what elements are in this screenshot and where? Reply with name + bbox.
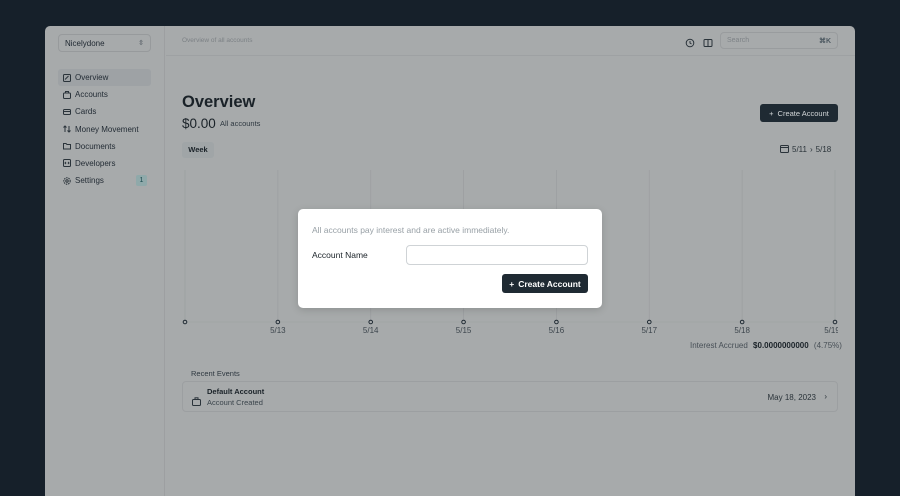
sidebar-item-label: Accounts	[75, 90, 108, 100]
transfer-icon	[62, 125, 71, 134]
event-date: May 18, 2023	[767, 393, 816, 402]
topbar: Overview of all accounts Search ⌘K	[166, 26, 855, 56]
search-input[interactable]: Search ⌘K	[720, 32, 838, 49]
gear-icon	[62, 176, 71, 185]
sidebar: Nicelydone ⇳ Overview Accounts Cards Mon…	[45, 26, 165, 496]
settings-badge: 1	[136, 175, 147, 187]
briefcase-icon	[62, 90, 71, 99]
sidebar-item-settings[interactable]: Settings 1	[58, 172, 151, 189]
create-account-label: Create Account	[777, 108, 829, 118]
book-icon[interactable]	[703, 35, 713, 47]
chart-tick-label: 5/17	[641, 326, 657, 335]
tab-week[interactable]: Week	[182, 142, 214, 158]
chart-point	[461, 319, 466, 325]
search-shortcut: ⌘K	[818, 38, 831, 45]
create-account-modal: All accounts pay interest and are active…	[298, 209, 602, 308]
history-icon[interactable]	[685, 35, 695, 48]
sidebar-item-label: Documents	[75, 141, 116, 151]
sidebar-item-cards[interactable]: Cards	[58, 103, 151, 120]
date-range-picker[interactable]: 5/11 › 5/18	[780, 144, 831, 155]
chart-tick-label: 5/19	[824, 326, 838, 335]
modal-description: All accounts pay interest and are active…	[312, 225, 510, 235]
breadcrumb: Overview of all accounts	[182, 37, 253, 44]
chevron-updown-icon: ⇳	[138, 40, 144, 47]
overview-icon	[62, 73, 71, 82]
chart-point	[554, 319, 559, 325]
modal-create-account-label: Create Account	[518, 278, 581, 289]
workspace-name: Nicelydone	[65, 38, 105, 48]
sidebar-item-label: Overview	[75, 73, 109, 82]
list-item[interactable]: Default Account Account Created May 18, …	[182, 381, 838, 412]
search-placeholder: Search	[727, 37, 750, 44]
sidebar-item-label: Developers	[75, 158, 116, 168]
sidebar-item-money-movement[interactable]: Money Movement	[58, 121, 151, 138]
modal-create-account-button[interactable]: + Create Account	[502, 274, 588, 293]
chart-tick-label: 5/16	[549, 326, 565, 335]
chart-point	[832, 319, 838, 325]
sidebar-item-label: Money Movement	[75, 124, 139, 134]
chart-tick-label: 5/18	[734, 326, 750, 335]
chevron-right-icon: ›	[809, 145, 813, 154]
chart-point	[368, 319, 374, 325]
folder-icon	[62, 142, 71, 151]
date-end: 5/18	[815, 145, 832, 154]
total-balance: $0.00	[182, 116, 216, 131]
chart-point	[739, 319, 745, 325]
sidebar-item-label: Cards	[75, 107, 97, 117]
chart-point	[646, 319, 652, 325]
sidebar-item-label: Settings	[75, 176, 104, 186]
chart-point	[275, 319, 281, 325]
workspace-select[interactable]: Nicelydone ⇳	[58, 34, 151, 52]
chart-tick-label: 5/13	[270, 326, 286, 335]
plus-icon: +	[769, 108, 774, 118]
chart-point	[182, 319, 188, 325]
recent-events-title: Recent Events	[191, 369, 240, 378]
calendar-icon	[780, 144, 789, 155]
sidebar-item-documents[interactable]: Documents	[58, 138, 151, 155]
chevron-right-icon: ›	[824, 392, 827, 401]
sidebar-item-accounts[interactable]: Accounts	[58, 86, 151, 103]
card-icon	[62, 107, 71, 116]
event-account-name: Default Account	[207, 387, 265, 396]
plus-icon: +	[509, 278, 515, 289]
page-title: Overview	[182, 93, 256, 111]
sidebar-item-overview[interactable]: Overview	[58, 69, 151, 86]
sidebar-item-developers[interactable]: Developers	[58, 155, 151, 172]
interest-rate: (4.75%)	[813, 341, 842, 350]
chart-tick-label: 5/14	[363, 326, 379, 335]
event-description: Account Created	[207, 398, 263, 407]
code-icon	[62, 159, 71, 168]
balance-label: All accounts	[220, 119, 261, 128]
sidebar-nav: Overview Accounts Cards Money Movement D…	[58, 69, 151, 189]
interest-accrued: Interest Accrued $0.0000000000 (4.75%)	[690, 341, 842, 350]
account-name-input[interactable]	[406, 245, 588, 265]
account-name-label: Account Name	[312, 250, 368, 260]
create-account-button[interactable]: + Create Account	[760, 104, 838, 122]
briefcase-icon	[192, 393, 201, 406]
date-start: 5/11	[792, 145, 807, 154]
interest-label: Interest Accrued	[690, 341, 748, 350]
chart-tick-label: 5/15	[456, 326, 472, 335]
interest-value: $0.0000000000	[753, 341, 809, 350]
